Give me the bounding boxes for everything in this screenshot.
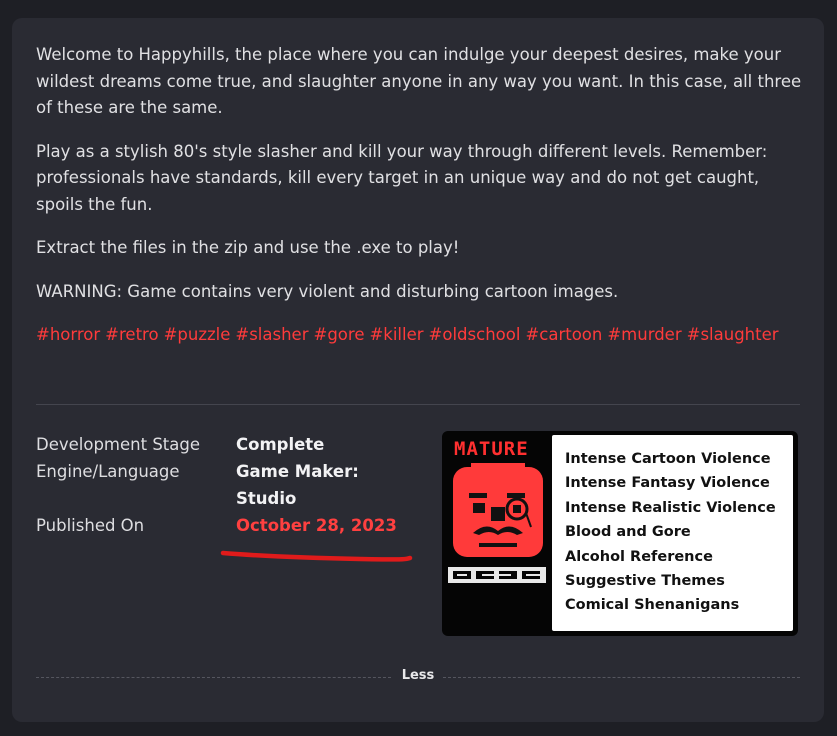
tag-link[interactable]: #puzzle: [164, 325, 231, 344]
published-date-value: October 28, 2023: [236, 516, 397, 535]
descriptor-item: Comical Shenanigans: [565, 597, 740, 614]
warning-paragraph: WARNING: Game contains very violent and …: [36, 281, 619, 301]
rating-emblem: MATURE: [448, 435, 546, 631]
descriptor-item: Blood and Gore: [565, 524, 691, 541]
handdrawn-underline-annotation: [220, 550, 413, 562]
tag-link[interactable]: #retro: [105, 325, 158, 344]
development-stage-label: Development Stage: [36, 435, 201, 454]
descriptor-item: Suggestive Themes: [565, 573, 725, 590]
meta-row-development-stage: Development Stage Complete: [36, 431, 416, 458]
game-description: Welcome to Happyhills, the place where y…: [36, 42, 806, 366]
meta-row-engine: Engine/Language Game Maker: Studio: [36, 458, 416, 512]
description-paragraph: Play as a stylish 80's style slasher and…: [36, 141, 768, 214]
tag-link[interactable]: #killer: [369, 325, 423, 344]
mascot-face-icon: [453, 463, 543, 557]
collapse-toggle[interactable]: Less: [36, 666, 800, 686]
section-divider: [36, 404, 800, 405]
descriptor-item: Intense Cartoon Violence: [565, 451, 771, 467]
ogrs-logo-icon: [448, 567, 546, 583]
published-label: Published On: [36, 516, 145, 535]
game-info-card: Welcome to Happyhills, the place where y…: [12, 18, 824, 722]
tag-link[interactable]: #slasher: [235, 325, 308, 344]
less-button[interactable]: Less: [36, 668, 800, 683]
engine-label: Engine/Language: [36, 462, 180, 481]
tag-link[interactable]: #murder: [607, 325, 681, 344]
descriptor-item: Intense Fantasy Violence: [565, 475, 770, 492]
tag-list: #horror #retro #puzzle #slasher #gore #killer…: [36, 322, 806, 349]
description-paragraph: Welcome to Happyhills, the place where y…: [36, 45, 802, 117]
game-metadata: Development Stage Complete Engine/Langua…: [36, 431, 416, 539]
tag-link[interactable]: #cartoon: [525, 325, 602, 344]
tag-link[interactable]: #gore: [314, 325, 365, 344]
rating-level-label: MATURE: [454, 438, 529, 460]
meta-row-published: Published On October 28, 2023: [36, 512, 416, 539]
development-stage-value: Complete: [236, 435, 325, 454]
descriptor-item: Intense Realistic Violence: [565, 499, 776, 516]
content-rating-box: MATURE Intense Cartoon Violence Intense …: [442, 431, 798, 636]
descriptor-item: Alcohol Reference: [565, 548, 713, 565]
tag-link[interactable]: #horror: [36, 325, 100, 344]
tag-link[interactable]: #oldschool: [429, 325, 521, 344]
tag-link[interactable]: #slaughter: [687, 325, 779, 344]
description-paragraph: Extract the files in the zip and use the…: [36, 238, 460, 257]
rating-descriptors: Intense Cartoon Violence Intense Fantasy…: [552, 435, 793, 631]
engine-value: Game Maker: Studio: [236, 462, 359, 508]
